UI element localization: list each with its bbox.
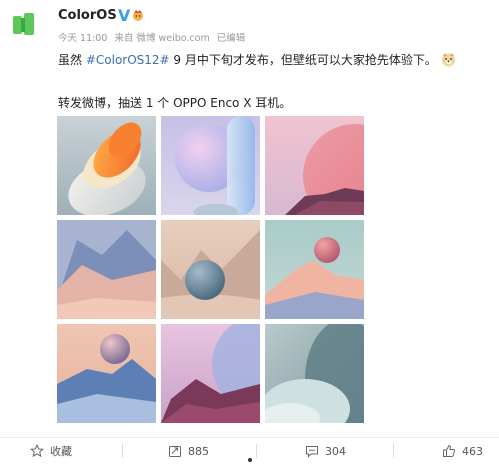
- wallpaper-1[interactable]: [57, 116, 156, 215]
- page-indicator-dot: [248, 458, 252, 462]
- wallpaper-2[interactable]: [161, 116, 260, 215]
- post-source[interactable]: 来自 微博 weibo.com: [114, 33, 209, 44]
- wallpaper-8[interactable]: [161, 324, 260, 423]
- divider: [122, 444, 123, 458]
- repost-count: 885: [188, 444, 209, 458]
- avatar[interactable]: [11, 11, 38, 38]
- favorite-button[interactable]: 收藏: [30, 442, 72, 460]
- verified-badge-icon: V: [118, 6, 131, 25]
- comment-icon: [306, 446, 318, 458]
- post-text-line2: 转发微博，抽送 1 个 OPPO Enco X 耳机。: [58, 96, 292, 110]
- divider: [393, 444, 394, 458]
- divider: [256, 444, 257, 458]
- wallpaper-4[interactable]: [57, 220, 156, 319]
- comment-count: 304: [325, 444, 346, 458]
- repost-icon: [169, 446, 181, 457]
- wallpaper-9[interactable]: [265, 324, 364, 423]
- member-badge-icon: [133, 10, 143, 21]
- star-icon: [30, 444, 44, 458]
- like-count: 463: [462, 444, 483, 458]
- post-text: 虽然 #ColorOS12# 9 月中下旬才发布，但壁纸可以大家抢先体验下。: [58, 52, 488, 68]
- wallpaper-6[interactable]: [265, 220, 364, 319]
- like-button[interactable]: 463: [442, 442, 483, 460]
- comment-button[interactable]: 304: [305, 442, 346, 460]
- doge-emoji-icon: [441, 53, 455, 67]
- post-meta: 今天 11:00 来自 微博 weibo.com 已编辑: [58, 30, 249, 44]
- repost-button[interactable]: 885: [168, 442, 209, 460]
- coloros-logo-icon: [13, 13, 34, 35]
- post-edited: 已编辑: [216, 33, 246, 44]
- thumbs-up-icon: [443, 444, 456, 457]
- post-text-post: 9 月中下旬才发布，但壁纸可以大家抢先体验下。: [169, 53, 437, 67]
- hashtag-link[interactable]: #ColorOS12#: [86, 53, 170, 67]
- post-text-pre: 虽然: [58, 53, 86, 67]
- favorite-label: 收藏: [50, 445, 72, 458]
- wallpaper-5[interactable]: [161, 220, 260, 319]
- wallpaper-7[interactable]: [57, 324, 156, 423]
- post-header: ColorOS V 今天 11:00 来自 微博 weibo.com 已编辑: [0, 0, 499, 46]
- post-date: 今天 11:00: [58, 33, 108, 44]
- wallpaper-3[interactable]: [265, 116, 364, 215]
- username[interactable]: ColorOS: [58, 8, 117, 23]
